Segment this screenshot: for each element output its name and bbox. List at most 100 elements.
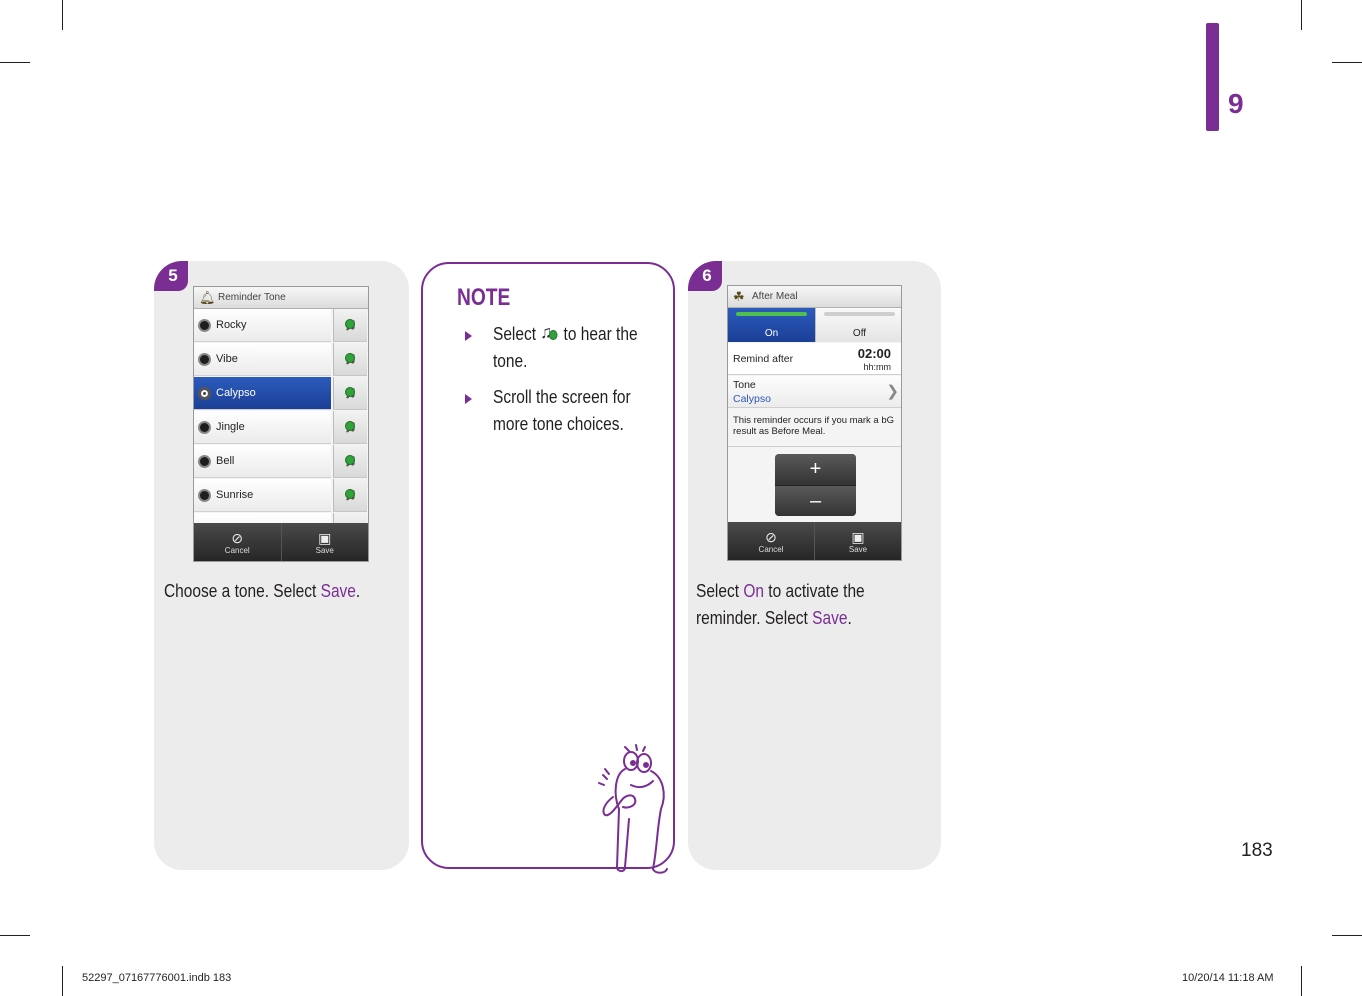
cancel-icon: ⊘ [765,528,777,545]
after-meal-screen: ☘ After Meal On Off Remind after 02:00 h… [727,285,902,561]
caption-text: . [355,581,361,601]
tone-label: Vibe [216,353,238,365]
play-dot-icon [345,421,355,431]
screen-title: Reminder Tone [218,292,286,303]
tone-label: Jingle [216,421,245,433]
caption-text: Select [696,581,744,601]
radio-button[interactable] [198,489,211,502]
floppy-disk-icon: ▣ [851,528,865,545]
tone-option-calypso[interactable]: Calypso [194,377,331,410]
tone-option-vibe[interactable]: Vibe [194,343,331,376]
time-stepper[interactable]: + – [775,454,856,516]
plus-button[interactable]: + [775,454,856,485]
tone-play-icon: ♫ [540,322,559,342]
radio-button[interactable] [198,353,211,366]
note-item-2: Scroll the screen for more tone choices. [493,387,631,434]
crop-mark [1332,935,1362,936]
chapter-number: 9 [1228,88,1244,119]
note-panel: NOTE Select ♫ to hear the tone. Scroll t… [421,262,675,874]
crop-mark [62,966,63,996]
tone-option-bell[interactable]: Bell [194,445,331,478]
print-slug-date: 10/20/14 11:18 AM [1182,972,1274,984]
caption-text: Choose a tone. Select [164,581,321,601]
screen-bottom-bar: ⊘ Cancel ▣ Save [728,522,901,560]
step-6-caption: Select On to activate the reminder. Sele… [696,578,920,632]
crop-mark [1301,966,1302,996]
tone-label: Calypso [216,387,256,399]
play-tone-button[interactable]: ♫ [333,479,367,512]
on-label: On [764,328,779,339]
minus-button[interactable]: – [775,485,856,516]
play-tone-button[interactable]: ♫ [333,445,367,478]
radio-button[interactable] [198,455,211,468]
play-dot-icon [345,353,355,363]
on-off-toggle[interactable]: On Off [728,308,901,342]
play-dot-icon [345,455,355,465]
play-dot-icon [345,387,355,397]
save-button[interactable]: ▣ Save [815,522,901,560]
tone-label: Sunrise [216,489,254,501]
remind-after-row[interactable]: Remind after 02:00 hh:mm [728,343,901,375]
note-item-1: Select ♫ to hear the tone. [493,321,648,375]
crop-mark [1301,0,1302,30]
radio-button[interactable] [198,319,211,332]
indicator-bar [736,312,807,316]
save-label: Save [848,544,868,554]
bullet-arrow-icon [465,331,472,341]
play-tone-button[interactable]: ♫ [333,377,367,410]
indicator-bar [824,312,895,316]
note-text: Select [493,324,537,344]
play-tone-button[interactable]: ♫ [333,309,367,342]
chevron-right-icon: ❯ [886,383,899,400]
play-tone-button[interactable]: ♫ [333,411,367,444]
screen-title-bar: ☘ After Meal [728,286,901,308]
step-5-badge: 5 [154,261,188,291]
tone-option-jingle[interactable]: Jingle [194,411,331,444]
print-slug-file: 52297_07167776001.indb 183 [82,972,232,984]
caption-highlight: Save [812,608,848,628]
thinking-mascot-icon [598,744,668,874]
save-label: Save [315,545,334,555]
apple-core-icon: ☘ [733,289,745,304]
bell-icon: 🔔︎ [199,290,216,305]
screen-bottom-bar: ⊘ Cancel ▣ Save [194,523,368,561]
radio-button[interactable] [198,421,211,434]
radio-button-selected[interactable] [198,387,211,400]
play-dot-icon [345,489,355,499]
floppy-disk-icon: ▣ [318,529,332,546]
note-title: NOTE [457,284,511,311]
scrollbar[interactable] [368,309,369,449]
caption-text: . [847,608,852,628]
crop-mark [1332,62,1362,63]
cancel-button[interactable]: ⊘ Cancel [728,522,815,560]
step-6-badge: 6 [688,261,722,291]
off-option[interactable]: Off [815,308,901,342]
crop-mark [0,62,30,63]
tone-label: Bell [216,455,235,467]
cancel-label: Cancel [224,545,250,555]
bullet-arrow-icon [465,394,472,404]
reminder-tone-screen: 🔔︎ Reminder Tone Rocky ♫ Vibe ♫ Calypso … [193,286,369,562]
crop-mark [62,0,63,30]
cancel-icon: ⊘ [231,529,244,546]
off-label: Off [852,328,867,339]
reminder-info-text: This reminder occurs if you mark a bG re… [733,415,895,437]
save-button[interactable]: ▣ Save [282,523,369,561]
divider [728,446,901,447]
step-5-caption: Choose a tone. Select Save. [164,578,388,605]
cancel-button[interactable]: ⊘ Cancel [194,523,282,561]
play-tone-button[interactable]: ♫ [333,343,367,376]
remind-after-unit: hh:mm [863,362,891,372]
tone-option-rocky[interactable]: Rocky [194,309,331,342]
tone-value: Calypso [733,393,771,405]
tone-row[interactable]: Tone Calypso ❯ [728,376,901,408]
crop-mark [0,935,30,936]
cancel-label: Cancel [758,544,784,554]
screen-title: After Meal [752,291,798,302]
tone-option-sunrise[interactable]: Sunrise [194,479,331,512]
on-option[interactable]: On [728,308,815,342]
tone-label: Rocky [216,319,247,331]
chapter-tab-bar [1206,23,1219,131]
play-dot-icon [345,319,355,329]
page-number: 183 [1241,840,1273,861]
